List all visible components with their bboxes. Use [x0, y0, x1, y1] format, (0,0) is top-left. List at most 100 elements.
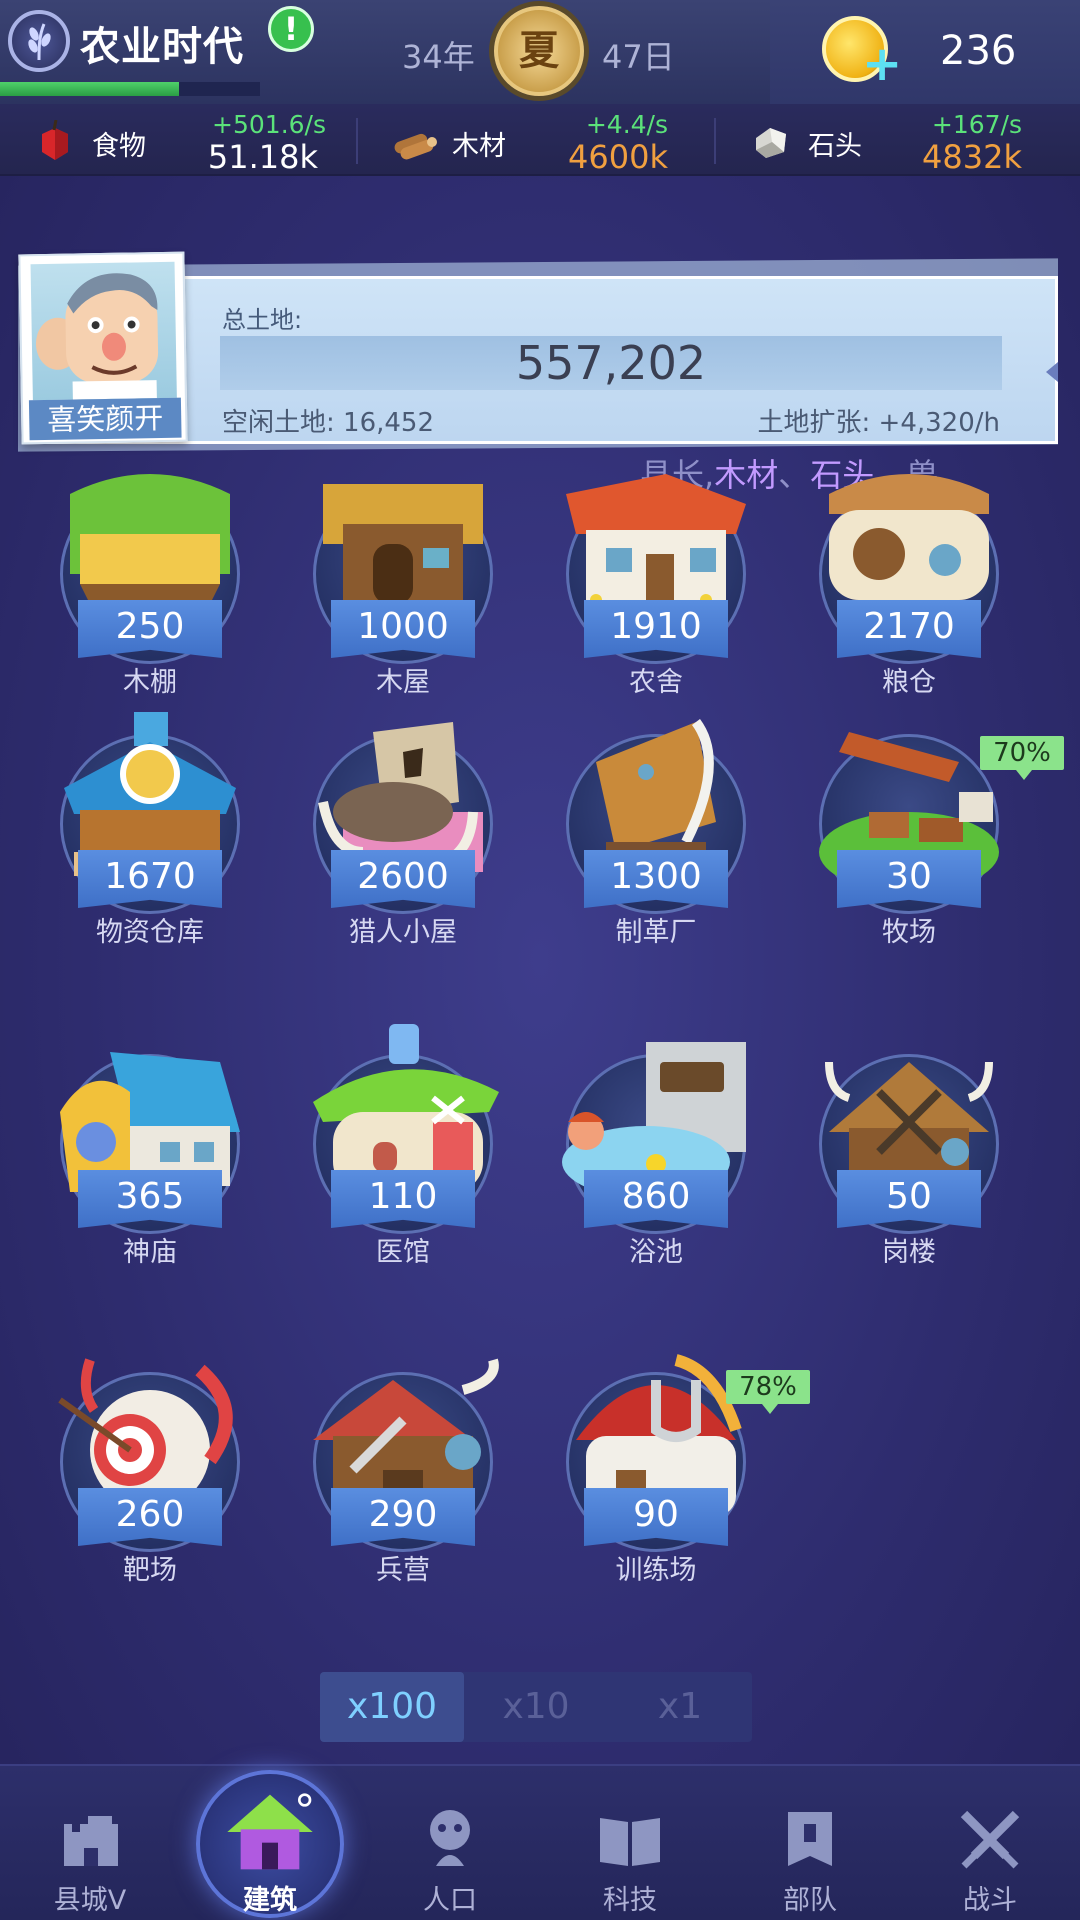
building-count: 110	[331, 1170, 475, 1228]
resource-rate: +167/s	[931, 110, 1022, 139]
resource-wood[interactable]: 木材 +4.4/s 4600k	[358, 104, 714, 176]
resource-rate: +4.4/s	[585, 110, 668, 139]
building-bath[interactable]: 860 浴池	[556, 1042, 756, 1268]
day-label: 47日	[602, 38, 675, 76]
building-barracks[interactable]: 290 兵营	[303, 1358, 503, 1586]
building-name: 农舍	[629, 667, 683, 698]
resource-amount: 4600k	[568, 138, 668, 176]
multiplier-x100-button[interactable]: x100	[320, 1672, 464, 1742]
banner-icon	[788, 1812, 832, 1866]
person-icon	[430, 1810, 470, 1866]
building-name: 牧场	[882, 917, 936, 948]
house-icon	[227, 1793, 313, 1870]
exclamation-icon[interactable]: !	[268, 6, 314, 52]
land-expansion-rate: 土地扩张: +4,320/h	[757, 408, 1000, 438]
nav-troops[interactable]: 部队	[720, 1764, 900, 1920]
crossed-swords-icon	[960, 1810, 1020, 1869]
year-label: 34年	[402, 38, 475, 76]
governor-portrait[interactable]: 喜笑颜开	[18, 251, 188, 445]
nav-label: 县城Ⅴ	[53, 1885, 127, 1916]
resource-rate: +501.6/s	[212, 110, 326, 139]
building-count: 860	[584, 1170, 728, 1228]
building-temple[interactable]: 365 神庙	[50, 1052, 250, 1268]
building-name: 木棚	[123, 667, 177, 698]
multiplier-x1-button[interactable]: x1	[608, 1672, 752, 1742]
building-name: 神庙	[123, 1237, 177, 1268]
multiplier-x10-button[interactable]: x10	[464, 1672, 608, 1742]
notice-separator: 、	[778, 456, 811, 490]
building-archery-range[interactable]: 260 靶场	[50, 1358, 250, 1586]
nav-label: 战斗	[963, 1885, 1017, 1916]
add-coins-icon[interactable]: +	[862, 40, 902, 88]
building-name: 木屋	[376, 667, 430, 698]
building-name: 物资仓库	[96, 917, 204, 948]
training-ground-progress-badge: 78%	[726, 1370, 810, 1414]
quantity-multiplier: x100 x10 x1	[320, 1672, 752, 1742]
resource-bar: 食物 +501.6/s 51.18k 木材 +4.4/s 4600k 石头 +1…	[0, 104, 1080, 176]
building-tannery[interactable]: 1300 制革厂	[556, 719, 756, 948]
nav-county[interactable]: 县城Ⅴ	[0, 1764, 180, 1920]
era-progress-fill	[0, 82, 180, 96]
resource-amount: 51.18k	[207, 138, 318, 176]
building-count: 1300	[584, 850, 728, 908]
resource-name: 木材	[452, 131, 506, 162]
building-farmhouse[interactable]: 1910 农舍	[556, 474, 756, 698]
building-count: 2170	[837, 600, 981, 658]
nav-population[interactable]: 人口	[360, 1764, 540, 1920]
era-logo-icon[interactable]	[8, 10, 70, 72]
resource-name: 石头	[808, 131, 862, 162]
building-name: 粮仓	[882, 667, 936, 698]
building-count: 50	[837, 1170, 981, 1228]
building-count: 30	[837, 850, 981, 908]
season-medallion[interactable]: 夏	[494, 6, 584, 96]
ranch-progress-badge: 70%	[980, 736, 1064, 780]
building-cabin[interactable]: 1000 木屋	[303, 484, 503, 698]
building-name: 医馆	[376, 1237, 430, 1268]
panel-arrow-icon[interactable]	[1046, 362, 1058, 382]
resource-food[interactable]: 食物 +501.6/s 51.18k	[0, 104, 356, 176]
stone-icon	[756, 128, 786, 158]
building-shed[interactable]: 250 木棚	[50, 474, 250, 698]
building-count: 290	[331, 1488, 475, 1546]
building-count: 1670	[78, 850, 222, 908]
resource-stone[interactable]: 石头 +167/s 4832k	[716, 104, 1080, 176]
governor-avatar	[30, 261, 177, 401]
building-count: 1000	[331, 600, 475, 658]
building-name: 岗楼	[882, 1237, 936, 1268]
building-watchtower[interactable]: 50 岗楼	[809, 1054, 1009, 1268]
building-ranch[interactable]: 30 牧场	[809, 732, 1009, 948]
season-label: 夏	[519, 28, 559, 74]
building-name: 训练场	[615, 1555, 697, 1586]
idle-land: 空闲土地: 16,452	[222, 408, 434, 438]
building-clinic[interactable]: 110 医馆	[303, 1024, 503, 1268]
building-count: 2600	[331, 850, 475, 908]
building-count: 250	[78, 600, 222, 658]
building-hunter-lodge[interactable]: 2600 猎人小屋	[303, 722, 503, 948]
nav-technology[interactable]: 科技	[540, 1764, 720, 1920]
currency-panel	[770, 0, 1080, 104]
building-name: 浴池	[629, 1237, 683, 1268]
nav-label: 建筑	[243, 1885, 297, 1916]
building-name: 兵营	[376, 1555, 430, 1586]
resource-amount: 4832k	[922, 138, 1022, 176]
era-title[interactable]: 农业时代	[80, 14, 244, 72]
building-count: 365	[78, 1170, 222, 1228]
nav-buildings[interactable]: 建筑	[180, 1764, 360, 1920]
coin-count: 236	[940, 28, 1017, 74]
wood-icon	[394, 133, 437, 160]
building-count: 90	[584, 1488, 728, 1546]
governor-name: 喜笑颜开	[28, 397, 182, 441]
era-progress-bar	[0, 82, 260, 96]
building-warehouse[interactable]: 1670 物资仓库	[50, 712, 250, 948]
building-name: 制革厂	[615, 917, 697, 948]
building-granary[interactable]: 2170 粮仓	[809, 474, 1009, 698]
building-count: 260	[78, 1488, 222, 1546]
nav-label: 科技	[603, 1885, 657, 1916]
top-bar: 农业时代 ! 34年 夏 47日 + 236	[0, 0, 1080, 104]
nav-battle[interactable]: 战斗	[900, 1764, 1080, 1920]
building-name: 靶场	[123, 1555, 177, 1586]
nav-label: 人口	[423, 1885, 477, 1916]
apple-icon	[42, 120, 68, 160]
building-count: 1910	[584, 600, 728, 658]
resource-name: 食物	[92, 131, 146, 162]
